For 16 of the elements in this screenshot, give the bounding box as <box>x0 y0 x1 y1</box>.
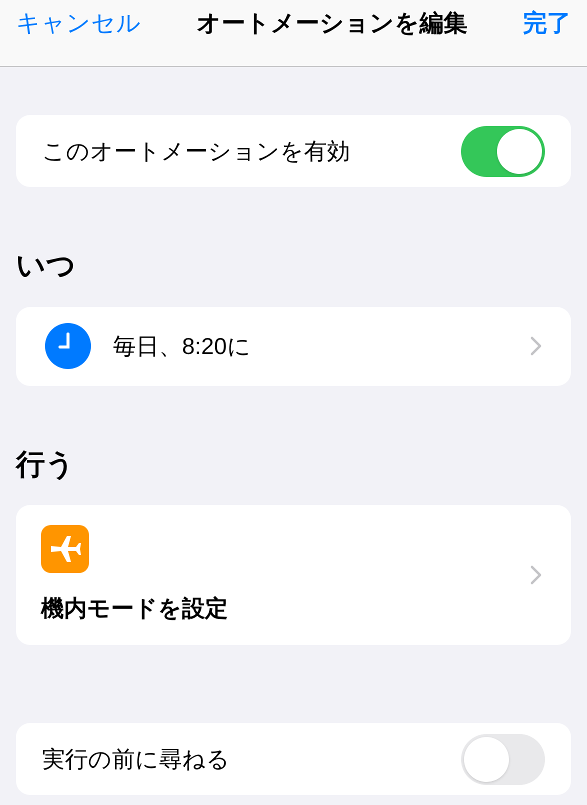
done-button[interactable]: 完了 <box>523 6 571 42</box>
action-label: 機内モードを設定 <box>41 594 228 623</box>
clock-icon <box>45 323 91 369</box>
toggle-label: 実行の前に尋ねる <box>42 744 230 774</box>
section-heading: いつ <box>16 249 76 284</box>
action-row[interactable]: 機内モードを設定 <box>16 505 571 645</box>
toggle-switch[interactable] <box>461 126 545 176</box>
cancel-button[interactable]: キャンセル <box>16 6 141 42</box>
window-title: オートメーションを編集 <box>196 9 468 39</box>
toggle-label: このオートメーションを有効 <box>42 136 350 166</box>
section-heading: 行う <box>16 448 75 482</box>
airplane-icon <box>41 524 89 573</box>
trigger-row[interactable]: 毎日、8:20に <box>16 306 571 386</box>
chevron-icon <box>529 564 543 586</box>
trigger-label: 毎日、8:20に <box>113 332 252 361</box>
chevron-icon <box>529 335 543 357</box>
